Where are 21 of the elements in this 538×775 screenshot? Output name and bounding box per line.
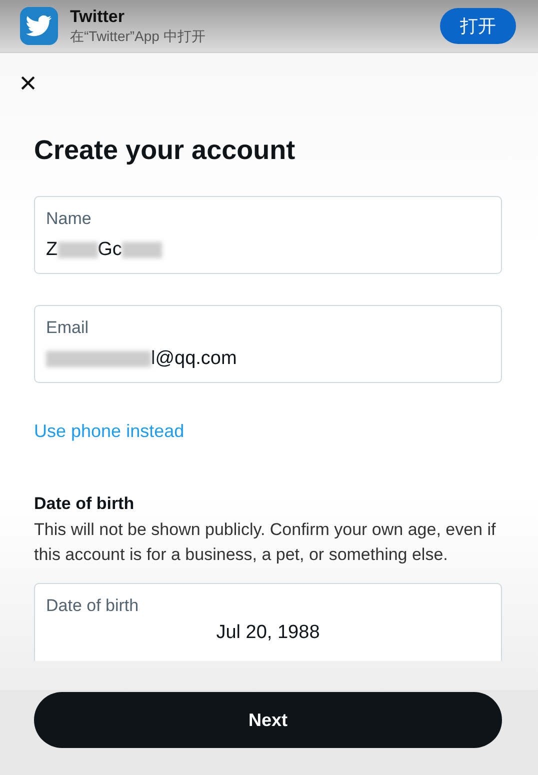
bird-icon xyxy=(20,7,58,45)
app-name: Twitter xyxy=(70,6,126,26)
field-value: l@qq.com xyxy=(151,348,237,370)
field-label: Name xyxy=(46,209,92,229)
blurred-text xyxy=(58,242,98,258)
section-heading: Date of birth xyxy=(34,494,136,514)
input-field[interactable]: Email l@qq.com xyxy=(34,305,502,383)
close-button[interactable]: × xyxy=(18,69,38,99)
page-title: Create your account xyxy=(34,135,296,166)
field-value: Gc xyxy=(98,239,122,261)
input-field[interactable]: Name Z Gc xyxy=(34,196,502,274)
date-field[interactable]: Date of birth Jul 20, 1988 xyxy=(34,583,502,661)
field-label: Email xyxy=(46,318,90,338)
app-subtitle: 在“Twitter”App 中打开 xyxy=(70,28,206,46)
date-value: Jul 20, 1988 xyxy=(216,622,320,644)
blurred-text xyxy=(122,242,162,258)
next-button[interactable]: Next xyxy=(34,692,502,748)
open-button[interactable]: 打开 xyxy=(440,8,516,44)
field-label: Date of birth xyxy=(46,596,140,616)
field-value: Z xyxy=(46,239,58,261)
privacy-note: This will not be shown publicly. Confirm your own age, even if this account is for a business, a pet, or something else. xyxy=(34,519,497,566)
